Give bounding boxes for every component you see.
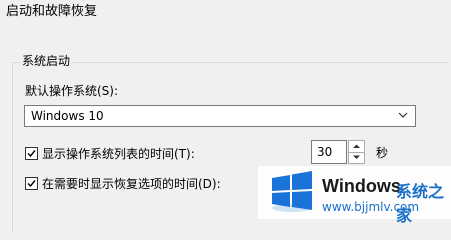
arrow-up-icon	[353, 144, 360, 148]
os-list-time-value: 30	[317, 145, 333, 159]
checkmark-icon	[27, 150, 36, 158]
dialog-title: 启动和故障恢复	[6, 4, 98, 19]
show-recovery-label: 在需要时显示恢复选项的时间(D):	[42, 177, 221, 191]
windows-logo-icon	[272, 171, 312, 212]
os-list-time-input[interactable]: 30	[311, 140, 347, 164]
show-os-list-checkbox[interactable]	[25, 147, 38, 160]
watermark-brand: Windows	[322, 176, 401, 196]
default-os-label: 默认操作系统(S):	[25, 84, 119, 98]
chevron-down-icon	[398, 112, 408, 118]
watermark: Windows 系统之家 www.bjjmlv.com	[258, 166, 451, 225]
show-recovery-checkbox[interactable]	[25, 177, 38, 190]
watermark-url: www.bjjmlv.com	[322, 200, 420, 214]
default-os-value: Windows 10	[31, 109, 104, 123]
default-os-select[interactable]: Windows 10	[24, 105, 416, 127]
arrow-down-icon	[353, 155, 360, 159]
system-startup-group-label: 系统启动	[19, 52, 74, 69]
seconds-unit: 秒	[376, 146, 389, 160]
checkmark-icon	[27, 180, 36, 188]
show-os-list-label: 显示操作系统列表的时间(T):	[42, 147, 195, 161]
os-list-time-spinner	[348, 140, 365, 164]
spin-down-button[interactable]	[349, 152, 364, 163]
